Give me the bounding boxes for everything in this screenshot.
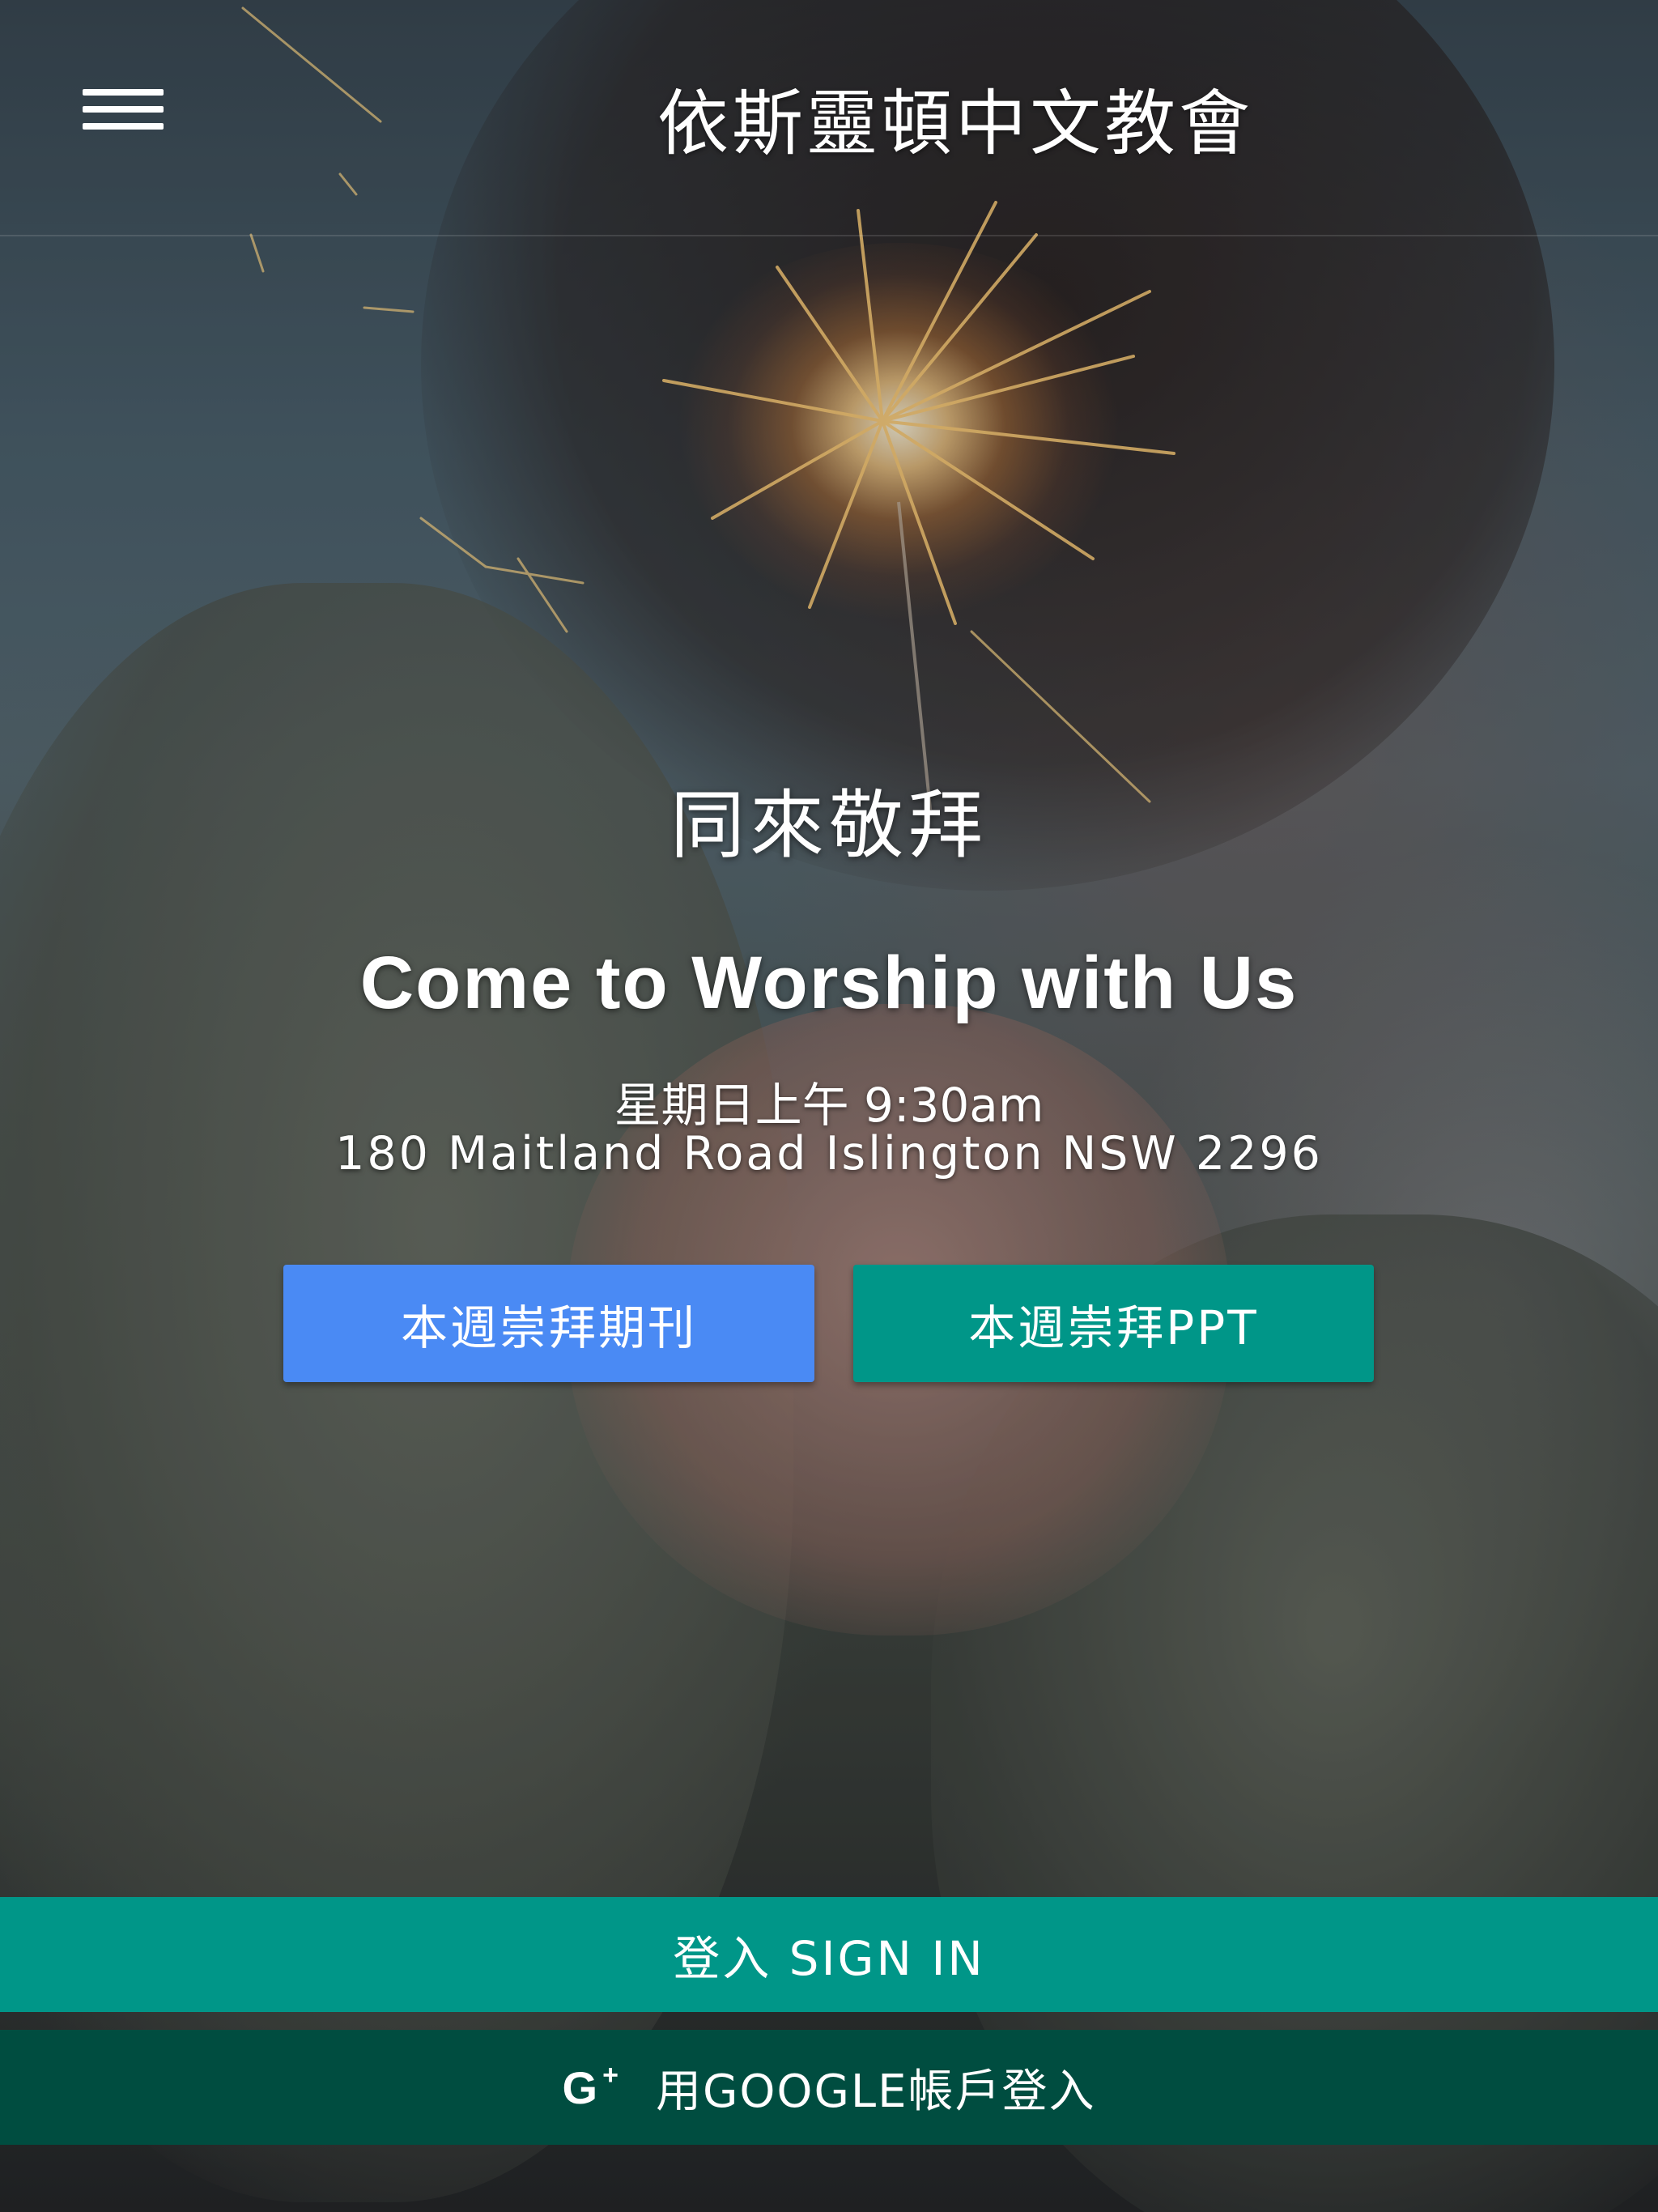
app-screen: 依斯靈頓中文教會 同來敬拜 Come to Worship with Us 星期… xyxy=(0,0,1658,2212)
menu-line xyxy=(83,89,164,96)
google-plus-icon: G + xyxy=(563,2061,620,2114)
menu-line xyxy=(83,106,164,113)
weekly-bulletin-button[interactable]: 本週崇拜期刊 xyxy=(283,1265,814,1382)
service-time: 星期日上午 9:30am xyxy=(614,1078,1044,1133)
app-bar: 依斯靈頓中文教會 xyxy=(0,0,1658,236)
church-address: 180 Maitland Road Islington NSW 2296 xyxy=(335,1127,1323,1180)
google-plus-icon-letter: G xyxy=(562,2061,600,2113)
hero-heading-chinese: 同來敬拜 xyxy=(670,782,988,869)
google-sign-in-label: 用GOOGLE帳戶登入 xyxy=(655,2065,1096,2118)
google-plus-icon-plus: + xyxy=(602,2059,620,2091)
app-title: 依斯靈頓中文教會 xyxy=(657,82,1253,165)
weekly-ppt-label: 本週崇拜PPT xyxy=(968,1300,1259,1355)
weekly-bulletin-label: 本週崇拜期刊 xyxy=(400,1300,697,1355)
sign-in-button[interactable]: 登入 SIGN IN xyxy=(0,1897,1658,2012)
menu-line xyxy=(83,123,164,130)
sign-in-label: 登入 SIGN IN xyxy=(673,1931,985,1986)
weekly-ppt-button[interactable]: 本週崇拜PPT xyxy=(853,1265,1374,1382)
hero-heading-english: Come to Worship with Us xyxy=(359,942,1299,1024)
hamburger-menu-icon[interactable] xyxy=(74,81,172,138)
google-sign-in-button[interactable]: G + 用GOOGLE帳戶登入 xyxy=(0,2030,1658,2145)
